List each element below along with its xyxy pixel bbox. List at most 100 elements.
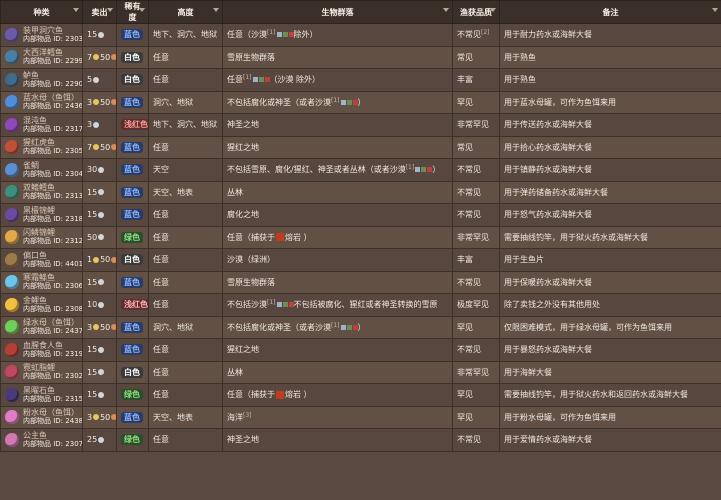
- quality-sup[interactable]: [2]: [481, 29, 490, 36]
- sort-icon[interactable]: [73, 8, 79, 12]
- cell-notes: 用于弹药储备药水或海鲜大餐: [499, 180, 721, 204]
- cell-height: 天空、地表: [148, 180, 223, 204]
- cell-height: 任意: [148, 135, 223, 159]
- fish-name[interactable]: 猩红虎鱼: [23, 138, 82, 147]
- biome-sup[interactable]: [1]: [406, 164, 415, 171]
- fish-name[interactable]: 粉水母（鱼饵）: [23, 408, 82, 417]
- biome-icon: [346, 324, 352, 330]
- silver-coin-icon: [98, 391, 105, 398]
- lava-icon: [276, 390, 284, 399]
- fish-icon: [5, 320, 19, 335]
- rarity-badge: 白色: [121, 366, 143, 378]
- cell-type: 寒霜鲦鱼 内部物品 ID: 2306: [0, 270, 83, 294]
- fish-name[interactable]: 偏口鱼: [23, 251, 82, 260]
- sort-icon[interactable]: [213, 8, 219, 12]
- header-quality[interactable]: 渔获品质: [452, 0, 500, 24]
- biome-icon: [282, 302, 288, 308]
- biome-sup[interactable]: [1]: [267, 29, 276, 36]
- cell-notes: 用于爱情药水或海鲜大餐: [499, 428, 721, 452]
- rarity-badge: 绿色: [121, 231, 143, 243]
- cell-quality: 不常见: [452, 203, 500, 227]
- cell-notes: 用于熟鱼: [499, 68, 721, 92]
- fish-id: 内部物品 ID: 4401: [23, 259, 83, 268]
- cell-quality: 常见: [452, 45, 500, 69]
- biome-text: 猩红之地: [227, 345, 259, 355]
- cell-sell: 25: [82, 428, 117, 452]
- fish-name[interactable]: 混沌鱼: [23, 116, 82, 125]
- copper-coin-icon: [111, 99, 116, 106]
- fish-id: 内部物品 ID: 2436: [23, 102, 83, 111]
- cell-rarity: 蓝色: [116, 315, 149, 339]
- fish-name[interactable]: 绿水母（鱼饵）: [23, 318, 82, 327]
- fish-name[interactable]: 闪鳞锦鲤: [23, 228, 82, 237]
- biome-icon: [282, 32, 288, 38]
- fish-icon: [5, 117, 19, 132]
- rarity-badge: 白色: [121, 74, 143, 86]
- cell-rarity: 蓝色: [116, 135, 149, 159]
- sort-icon[interactable]: [107, 8, 113, 12]
- gold-coin-icon: [93, 144, 100, 151]
- fish-name[interactable]: 蓝水母（鱼饵）: [23, 93, 82, 102]
- sort-icon[interactable]: [443, 8, 449, 12]
- table-row: 装甲洞穴鱼 内部物品 ID: 2303 15 蓝色 地下、洞穴、地狱 任意（沙漠…: [0, 23, 721, 47]
- fish-name[interactable]: 装甲洞穴鱼: [23, 26, 82, 35]
- rarity-badge: 绿色: [121, 434, 143, 446]
- cell-sell: 3 50: [82, 90, 117, 114]
- biome-tail: 熔岩 ）: [285, 232, 312, 242]
- fish-id: 内部物品 ID: 2315: [23, 394, 83, 403]
- fish-name[interactable]: 大西洋鳕鱼: [23, 48, 82, 57]
- fish-name[interactable]: 寒霜鲦鱼: [23, 273, 82, 282]
- fish-name[interactable]: 黑檀锦鲤: [23, 206, 82, 215]
- cell-rarity: 绿色: [116, 225, 149, 249]
- sell-value: 5: [87, 75, 93, 85]
- table-row: 黑曜石鱼 内部物品 ID: 2315 15 绿色 任意 任意（捕获于 熔岩 ） 罕…: [0, 383, 721, 407]
- header-biome[interactable]: 生物群落: [222, 0, 453, 24]
- fish-name[interactable]: 雀鲷: [23, 161, 82, 170]
- sort-icon[interactable]: [490, 8, 496, 12]
- rarity-badge: 蓝色: [121, 276, 143, 288]
- fish-name[interactable]: 鲈鱼: [23, 71, 82, 80]
- fish-icon: [5, 387, 19, 402]
- fish-id: 内部物品 ID: 2312: [23, 237, 83, 246]
- fish-name[interactable]: 金鲤鱼: [23, 296, 82, 305]
- fish-id: 内部物品 ID: 2317: [23, 124, 83, 133]
- cell-rarity: 蓝色: [116, 90, 149, 114]
- cell-quality: 极度罕见: [452, 293, 500, 317]
- header-sell[interactable]: 卖出: [82, 0, 117, 24]
- header-height[interactable]: 高度: [148, 0, 223, 24]
- desert-icon: [340, 324, 346, 330]
- fish-name[interactable]: 血腥食人鱼: [23, 341, 82, 350]
- sell-value: 3: [87, 120, 93, 130]
- biome-sup[interactable]: [1]: [331, 97, 340, 104]
- cell-quality: 非常罕见: [452, 360, 500, 384]
- fish-name[interactable]: 黑曜石鱼: [23, 386, 82, 395]
- biome-tail: 熔岩 ）: [285, 390, 312, 400]
- fish-id: 内部物品 ID: 2437: [23, 327, 83, 336]
- cell-quality: 不常见: [452, 158, 500, 182]
- header-rarity[interactable]: 稀有度: [116, 0, 149, 24]
- table-row: 黑檀锦鲤 内部物品 ID: 2318 15 蓝色 任意 腐化之地 不常见 用于怒…: [0, 203, 721, 227]
- cell-height: 任意: [148, 203, 223, 227]
- cell-sell: 30: [82, 158, 117, 182]
- cell-biome: 不包括腐化或神圣（或者沙漠[1] ）: [222, 315, 453, 339]
- cell-rarity: 蓝色: [116, 405, 149, 429]
- sort-icon[interactable]: [712, 8, 718, 12]
- fish-name[interactable]: 公主鱼: [23, 431, 82, 440]
- header-type[interactable]: 种类: [0, 0, 83, 24]
- table-row: 混沌鱼 内部物品 ID: 2317 3 浅红色 地下、洞穴、地狱 神圣之地 非常…: [0, 113, 721, 137]
- cell-quality: 罕见: [452, 405, 500, 429]
- sell-value: 15: [87, 345, 98, 355]
- cell-type: 霓虹脂鲤 内部物品 ID: 2302: [0, 360, 83, 384]
- fish-name[interactable]: 双鳍鳕鱼: [23, 183, 82, 192]
- cell-quality: 罕见: [452, 90, 500, 114]
- fish-name[interactable]: 霓虹脂鲤: [23, 363, 82, 372]
- biome-sup[interactable]: [1]: [267, 299, 276, 306]
- sort-icon[interactable]: [139, 8, 145, 12]
- cell-height: 天空、地表: [148, 405, 223, 429]
- biome-text: 腐化之地: [227, 210, 259, 220]
- biome-sup[interactable]: [1]: [331, 322, 340, 329]
- header-notes[interactable]: 备注: [499, 0, 721, 24]
- cell-height: 任意: [148, 360, 223, 384]
- biome-sup[interactable]: [1]: [243, 74, 252, 81]
- biome-sup[interactable]: [3]: [243, 412, 252, 419]
